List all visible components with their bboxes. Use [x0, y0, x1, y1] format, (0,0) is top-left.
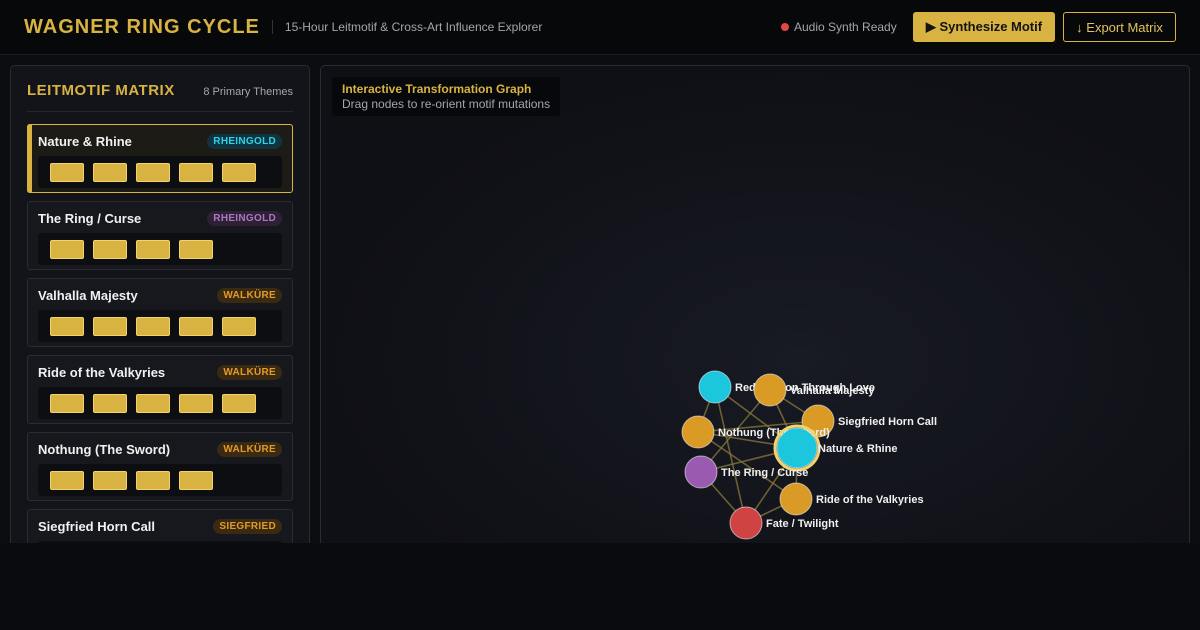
graph-node-circle[interactable]: [753, 373, 787, 407]
motif-card-header: Ride of the Valkyries WALKÜRE: [38, 364, 282, 380]
graph-node-label: Nature & Rhine: [818, 443, 897, 455]
graph-node-circle[interactable]: [681, 415, 715, 449]
graph-node[interactable]: Nature & Rhine: [773, 424, 897, 472]
motif-name: Ride of the Valkyries: [38, 364, 166, 380]
graph-node-label: Fate / Twilight: [766, 518, 839, 530]
motif-list: Nature & Rhine RHEINGOLD The Ring / Curse R…: [27, 124, 293, 543]
motif-note-block[interactable]: [179, 239, 213, 259]
graph-caption-hint: Drag nodes to re-orient motif mutations: [342, 97, 551, 111]
graph-node-circle[interactable]: [776, 427, 818, 469]
opera-badge: RHEINGOLD: [207, 133, 282, 149]
transformation-graph[interactable]: Redemption Through LoveValhalla MajestyS…: [321, 66, 1190, 543]
motif-name: Siegfried Horn Call: [38, 518, 156, 534]
graph-node[interactable]: Valhalla Majesty: [753, 373, 875, 407]
motif-card[interactable]: Valhalla Majesty WALKÜRE: [27, 278, 293, 347]
motif-note-block[interactable]: [50, 393, 84, 413]
motif-note-block[interactable]: [136, 316, 170, 336]
graph-node[interactable]: Ride of the Valkyries: [779, 482, 924, 516]
graph-node-label: The Ring / Curse: [721, 467, 808, 479]
motif-note-block[interactable]: [179, 470, 213, 490]
opera-badge: WALKÜRE: [217, 364, 282, 380]
motif-card[interactable]: Ride of the Valkyries WALKÜRE: [27, 355, 293, 424]
motif-name: Valhalla Majesty: [38, 287, 138, 303]
motif-card-header: Nothung (The Sword) WALKÜRE: [38, 441, 282, 457]
motif-note-block[interactable]: [50, 470, 84, 490]
app-subtitle: 15-Hour Leitmotif & Cross-Art Influence …: [271, 20, 542, 34]
motif-note-block[interactable]: [93, 316, 127, 336]
motif-note-strip[interactable]: [38, 541, 282, 543]
export-matrix-button[interactable]: ↓ Export Matrix: [1063, 12, 1176, 42]
transformation-graph-panel[interactable]: Redemption Through Love Valhalla Majesty S…: [320, 65, 1190, 543]
motif-note-strip[interactable]: [38, 233, 282, 265]
motif-note-block[interactable]: [179, 162, 213, 182]
sidebar-header: LEITMOTIF MATRIX 8 Primary Themes: [27, 82, 293, 112]
motif-card-header: The Ring / Curse RHEINGOLD: [38, 210, 282, 226]
graph-node-label: Valhalla Majesty: [790, 385, 875, 397]
graph-node-circle[interactable]: [729, 506, 763, 540]
synthesize-motif-button[interactable]: ▶ Synthesize Motif: [913, 12, 1055, 42]
theme-count: 8 Primary Themes: [203, 86, 293, 98]
graph-caption: Interactive Transformation Graph Drag no…: [332, 77, 561, 116]
motif-card-header: Valhalla Majesty WALKÜRE: [38, 287, 282, 303]
motif-note-block[interactable]: [93, 162, 127, 182]
motif-note-strip[interactable]: [38, 387, 282, 419]
leitmotif-sidebar: LEITMOTIF MATRIX 8 Primary Themes Nature…: [10, 65, 310, 543]
motif-card[interactable]: Nature & Rhine RHEINGOLD: [27, 124, 293, 193]
motif-card-header: Nature & Rhine RHEINGOLD: [38, 133, 282, 149]
status-dot-icon: [781, 23, 789, 31]
motif-name: Nothung (The Sword): [38, 441, 171, 457]
motif-card-header: Siegfried Horn Call SIEGFRIED: [38, 518, 282, 534]
opera-badge: SIEGFRIED: [213, 518, 282, 534]
opera-badge: WALKÜRE: [217, 287, 282, 303]
graph-node-circle[interactable]: [698, 370, 732, 404]
motif-note-block[interactable]: [93, 239, 127, 259]
audio-status: Audio Synth Ready: [781, 20, 897, 34]
opera-badge: RHEINGOLD: [207, 210, 282, 226]
sidebar-title: LEITMOTIF MATRIX: [27, 82, 175, 99]
motif-note-block[interactable]: [93, 470, 127, 490]
header: WAGNER RING CYCLE 15-Hour Leitmotif & Cr…: [0, 0, 1200, 55]
motif-note-block[interactable]: [93, 393, 127, 413]
app-title: WAGNER RING CYCLE: [24, 15, 260, 38]
graph-node-label: Ride of the Valkyries: [816, 494, 924, 506]
motif-note-block[interactable]: [50, 239, 84, 259]
graph-node[interactable]: Fate / Twilight: [729, 506, 839, 540]
motif-note-block[interactable]: [179, 316, 213, 336]
motif-note-block[interactable]: [50, 162, 84, 182]
motif-note-block[interactable]: [50, 316, 84, 336]
graph-caption-title: Interactive Transformation Graph: [342, 82, 532, 96]
motif-note-block[interactable]: [136, 162, 170, 182]
motif-note-strip[interactable]: [38, 464, 282, 496]
motif-note-block[interactable]: [222, 316, 256, 336]
graph-node-circle[interactable]: [684, 455, 718, 489]
motif-note-block[interactable]: [136, 470, 170, 490]
motif-name: The Ring / Curse: [38, 210, 142, 226]
motif-note-block[interactable]: [179, 393, 213, 413]
motif-name: Nature & Rhine: [38, 133, 132, 149]
graph-node-circle[interactable]: [779, 482, 813, 516]
motif-note-strip[interactable]: [38, 310, 282, 342]
motif-note-block[interactable]: [222, 393, 256, 413]
motif-note-block[interactable]: [136, 393, 170, 413]
opera-badge: WALKÜRE: [217, 441, 282, 457]
graph-node-label: Siegfried Horn Call: [838, 416, 937, 428]
app-window: WAGNER RING CYCLE 15-Hour Leitmotif & Cr…: [0, 0, 1200, 543]
motif-card[interactable]: Siegfried Horn Call SIEGFRIED: [27, 509, 293, 543]
audio-status-text: Audio Synth Ready: [794, 20, 897, 34]
motif-note-strip[interactable]: [38, 156, 282, 188]
motif-card[interactable]: Nothung (The Sword) WALKÜRE: [27, 432, 293, 501]
motif-card[interactable]: The Ring / Curse RHEINGOLD: [27, 201, 293, 270]
motif-note-block[interactable]: [222, 162, 256, 182]
motif-note-block[interactable]: [136, 239, 170, 259]
